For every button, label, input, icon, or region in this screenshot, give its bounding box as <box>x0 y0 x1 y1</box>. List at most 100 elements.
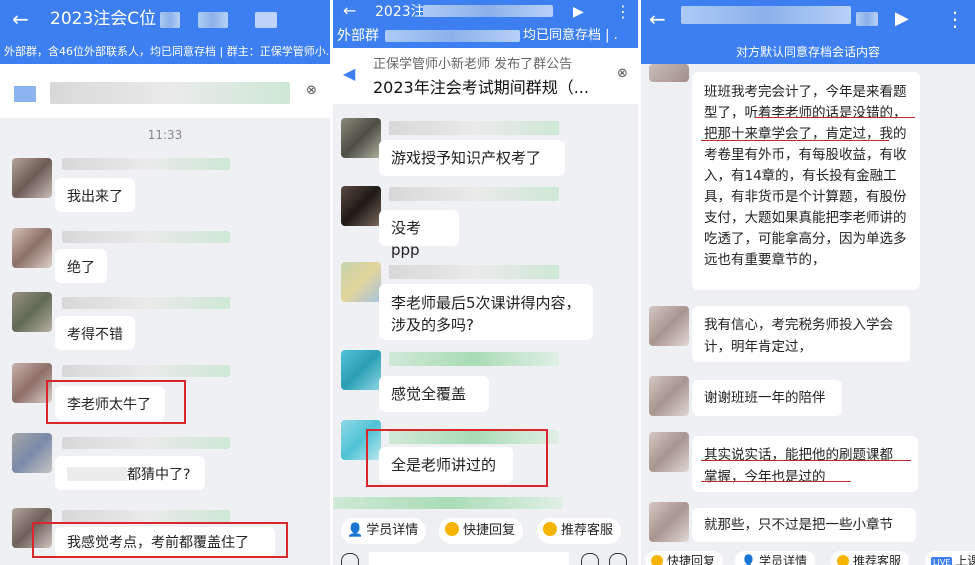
redacted-title <box>681 6 851 24</box>
service-icon <box>837 555 849 565</box>
quick-action-bar: 快捷回复 👤 学员详情 推荐客服 LIVE 上课 <box>641 545 975 565</box>
group-info-bar[interactable]: 外部群 均已同意存档 | . <box>333 24 638 48</box>
redacted-sender <box>389 121 559 135</box>
redacted-sender <box>389 352 559 366</box>
archive-info-text: 均已同意存档 | . <box>523 28 618 43</box>
highlight-box <box>46 380 186 424</box>
chat-screenshot-2: ← 2023注 ▶ ⋮ 外部群 均已同意存档 | . ◀ 正保学管师小新老师 发… <box>333 0 638 565</box>
chat-icon <box>651 555 663 565</box>
user-icon: 👤 <box>347 523 364 538</box>
megaphone-icon: ◀ <box>343 64 356 83</box>
redacted-title <box>198 12 228 28</box>
chat-title: 2023注会C位 <box>50 9 157 29</box>
top-bar: ← 2023注会C位 <box>0 0 330 40</box>
close-circle-icon[interactable]: ⊗ <box>306 83 317 98</box>
redacted-info <box>385 30 520 42</box>
avatar[interactable] <box>12 292 52 332</box>
user-icon: 👤 <box>741 554 756 565</box>
handwritten-underline <box>701 481 851 482</box>
redacted-title <box>160 12 180 28</box>
more-vertical-icon[interactable]: ⋮ <box>945 8 965 30</box>
pinned-announcement[interactable]: ◀ 正保学管师小新老师 发布了群公告 2023年注会考试期间群规（... ⊗ <box>333 48 638 104</box>
message-bubble: 李老师最后5次课讲得内容，涉及的多吗? <box>379 284 593 340</box>
redacted-text <box>67 467 127 481</box>
timestamp: 11:33 <box>147 128 183 142</box>
service-icon <box>543 522 557 536</box>
avatar[interactable] <box>12 158 52 198</box>
archive-notice-text: 对方默认同意存档会话内容 <box>735 45 880 59</box>
avatar[interactable] <box>341 262 381 302</box>
emoji-icon[interactable] <box>581 553 599 565</box>
message-bubble: 谢谢班班一年的陪伴 <box>692 380 842 416</box>
message-bubble: 班班我考完会计了，今年是来看题型了，听着李老师的话是没错的，把那十来章学会了，肯… <box>692 72 920 290</box>
avatar[interactable] <box>341 118 381 158</box>
quick-reply-chip[interactable]: 快捷回复 <box>645 551 724 565</box>
chat-title: 2023注 <box>375 4 425 20</box>
avatar[interactable] <box>341 186 381 226</box>
avatar[interactable] <box>12 228 52 268</box>
avatar[interactable] <box>649 432 689 472</box>
avatar[interactable] <box>341 350 381 390</box>
chip-label: 学员详情 <box>758 554 807 565</box>
redacted-sender <box>389 187 559 201</box>
back-arrow-icon[interactable]: ← <box>343 0 356 22</box>
chip-label: 学员详情 <box>366 523 419 538</box>
announcement-from: 正保学管师小新老师 发布了群公告 <box>373 57 573 72</box>
redacted-sender <box>62 158 230 170</box>
redacted-notice <box>14 86 36 102</box>
handwritten-underline <box>701 140 889 141</box>
back-arrow-icon[interactable]: ← <box>12 8 29 30</box>
live-class-chip[interactable]: LIVE 上课 <box>925 551 975 565</box>
recommend-service-chip[interactable]: 推荐客服 <box>831 551 910 565</box>
quick-reply-chip[interactable]: 快捷回复 <box>439 518 524 544</box>
voice-icon[interactable] <box>341 553 359 565</box>
message-bubble: 游戏授予知识产权考了 <box>379 140 565 176</box>
highlight-box <box>32 522 288 558</box>
student-details-chip[interactable]: 👤 学员详情 <box>341 518 427 544</box>
group-type-text: 外部群 <box>337 28 379 44</box>
student-details-chip[interactable]: 👤 学员详情 <box>735 551 815 565</box>
highlight-box <box>366 429 548 487</box>
back-arrow-icon[interactable]: ← <box>649 8 666 30</box>
top-bar: ← ▶ ⋮ <box>641 0 975 40</box>
video-call-icon[interactable]: ▶ <box>895 8 909 30</box>
live-icon: LIVE <box>931 557 953 565</box>
more-vertical-icon[interactable]: ⋮ <box>615 1 631 23</box>
chat-screenshot-1: ← 2023注会C位 外部群，含46位外部联系人，均已同意存档 | 群主：正保学… <box>0 0 330 565</box>
avatar[interactable] <box>649 376 689 416</box>
group-info-bar[interactable]: 外部群，含46位外部联系人，均已同意存档 | 群主：正保学管师小... <box>0 40 330 64</box>
avatar[interactable] <box>649 502 689 542</box>
message-input[interactable] <box>369 552 569 565</box>
group-info-text: 外部群，含46位外部联系人，均已同意存档 | 群主：正保学管师小... <box>4 45 330 58</box>
redacted-sender <box>62 365 230 377</box>
redacted-title <box>856 12 878 26</box>
message-bubble: 都猜中了? <box>55 456 205 490</box>
redacted-sender <box>62 297 230 309</box>
message-bubble: 绝了 <box>55 249 107 283</box>
avatar[interactable] <box>12 433 52 473</box>
message-bubble: 考得不错 <box>55 316 135 350</box>
avatar[interactable] <box>649 64 689 82</box>
archive-notice-bar: 对方默认同意存档会话内容 <box>641 40 975 64</box>
message-bubble: 没考ppp <box>379 210 459 259</box>
message-text: 都猜中了? <box>127 467 191 483</box>
quick-action-bar: 👤 学员详情 快捷回复 推荐客服 <box>333 514 638 548</box>
chat-icon <box>445 522 459 536</box>
video-call-icon[interactable]: ▶ <box>573 1 584 23</box>
chip-label: 上课 <box>955 554 975 565</box>
redacted-title <box>255 12 277 28</box>
redacted-sender <box>389 265 559 279</box>
redacted-sender <box>62 510 230 522</box>
avatar[interactable] <box>649 306 689 346</box>
redacted-notice <box>50 82 290 104</box>
close-circle-icon[interactable]: ⊗ <box>617 66 628 81</box>
add-icon[interactable] <box>609 553 627 565</box>
handwritten-underline <box>755 117 915 118</box>
message-bubble: 感觉全覆盖 <box>379 376 489 412</box>
chip-label: 快捷回复 <box>667 554 716 565</box>
pinned-notice[interactable]: ⊗ <box>0 64 330 118</box>
chip-label: 推荐客服 <box>561 523 614 538</box>
redacted-sender <box>62 231 230 243</box>
recommend-service-chip[interactable]: 推荐客服 <box>537 518 622 544</box>
chat-screenshot-3: ← ▶ ⋮ 对方默认同意存档会话内容 班班我考完会计了，今年是来看题型了，听着李… <box>641 0 975 565</box>
